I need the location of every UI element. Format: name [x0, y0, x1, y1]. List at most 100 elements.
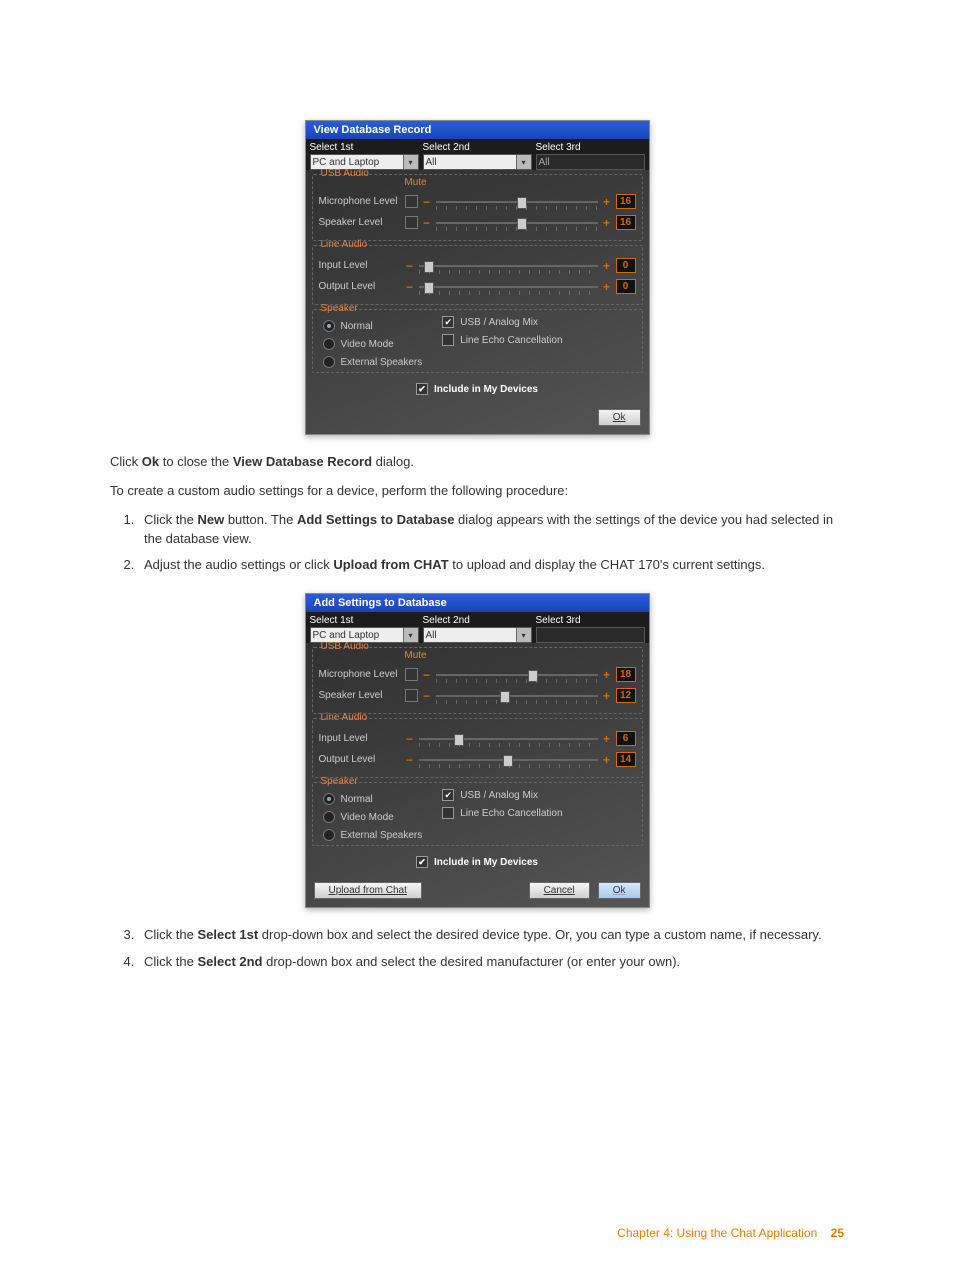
checkbox-label: USB / Analog Mix: [460, 317, 538, 328]
slider-ticks: [436, 206, 598, 210]
minus-icon[interactable]: −: [422, 218, 432, 228]
slider-track[interactable]: [419, 757, 598, 763]
checkbox-option[interactable]: Line Echo Cancellation: [442, 334, 562, 346]
slider-track[interactable]: [436, 672, 598, 678]
slider-value: 6: [616, 731, 636, 746]
slider-label: Speaker Level: [319, 690, 401, 701]
group-title: Speaker: [319, 303, 360, 314]
chevron-down-icon[interactable]: [403, 155, 418, 169]
radio-option[interactable]: External Speakers: [323, 356, 423, 368]
checkbox-option[interactable]: Line Echo Cancellation: [442, 807, 562, 819]
level-slider-row: Output Level − + 14: [319, 752, 636, 767]
include-in-my-devices[interactable]: Include in My Devices: [306, 856, 649, 868]
upload-from-chat-button[interactable]: Upload from Chat: [314, 882, 422, 899]
checkbox-option[interactable]: USB / Analog Mix: [442, 316, 562, 328]
level-slider-row: Output Level − + 0: [319, 279, 636, 294]
mute-checkbox[interactable]: [405, 216, 418, 229]
level-slider-row: Input Level − + 6: [319, 731, 636, 746]
slider-ticks: [436, 700, 598, 704]
plus-icon[interactable]: +: [602, 755, 612, 765]
plus-icon[interactable]: +: [602, 691, 612, 701]
select3-dropdown[interactable]: [536, 627, 645, 643]
minus-icon[interactable]: −: [405, 734, 415, 744]
include-checkbox[interactable]: [416, 383, 428, 395]
checkbox-icon[interactable]: [442, 316, 454, 328]
minus-icon[interactable]: −: [405, 261, 415, 271]
checkbox-icon[interactable]: [442, 789, 454, 801]
select2-value: All: [426, 157, 437, 168]
select3-label: Select 3rd: [536, 142, 645, 153]
radio-option[interactable]: External Speakers: [323, 829, 423, 841]
select-row: Select 1st PC and Laptop Select 2nd All …: [306, 612, 649, 643]
slider-label: Microphone Level: [319, 196, 401, 207]
minus-icon[interactable]: −: [405, 755, 415, 765]
radio-icon[interactable]: [323, 338, 335, 350]
minus-icon[interactable]: −: [405, 282, 415, 292]
plus-icon[interactable]: +: [602, 197, 612, 207]
procedure-list: Click the New button. The Add Settings t…: [110, 511, 844, 576]
plus-icon[interactable]: +: [602, 218, 612, 228]
chevron-down-icon[interactable]: [516, 628, 531, 642]
checkbox-icon[interactable]: [442, 334, 454, 346]
select2-dropdown[interactable]: All: [423, 154, 532, 170]
select2-value: All: [426, 630, 437, 641]
slider-track[interactable]: [436, 220, 598, 226]
radio-icon[interactable]: [323, 811, 335, 823]
plus-icon[interactable]: +: [602, 261, 612, 271]
instruction-text: Click Ok to close the View Database Reco…: [110, 453, 844, 472]
minus-icon[interactable]: −: [422, 691, 432, 701]
usb-audio-group: USB Audio Mute Microphone Level − + 18 S…: [312, 647, 643, 714]
minus-icon[interactable]: −: [422, 670, 432, 680]
chevron-down-icon[interactable]: [403, 628, 418, 642]
slider-label: Output Level: [319, 754, 401, 765]
radio-option[interactable]: Normal: [323, 320, 423, 332]
cancel-button[interactable]: Cancel: [529, 882, 590, 899]
level-slider-row: Input Level − + 0: [319, 258, 636, 273]
chevron-down-icon[interactable]: [516, 155, 531, 169]
checkbox-label: Line Echo Cancellation: [460, 808, 562, 819]
include-checkbox[interactable]: [416, 856, 428, 868]
plus-icon[interactable]: +: [602, 670, 612, 680]
instruction-text: To create a custom audio settings for a …: [110, 482, 844, 501]
slider-ticks: [419, 743, 598, 747]
slider-value: 12: [616, 688, 636, 703]
slider-track[interactable]: [419, 284, 598, 290]
slider-track[interactable]: [419, 263, 598, 269]
speaker-group: Speaker Normal Video Mode External Speak…: [312, 782, 643, 846]
select3-dropdown[interactable]: All: [536, 154, 645, 170]
select1-label: Select 1st: [310, 142, 419, 153]
mute-checkbox[interactable]: [405, 195, 418, 208]
radio-option[interactable]: Video Mode: [323, 338, 423, 350]
radio-icon[interactable]: [323, 320, 335, 332]
slider-track[interactable]: [436, 199, 598, 205]
radio-icon[interactable]: [323, 829, 335, 841]
group-title: USB Audio: [319, 641, 371, 652]
dialog-title: View Database Record: [306, 121, 649, 139]
minus-icon[interactable]: −: [422, 197, 432, 207]
select-row: Select 1st PC and Laptop Select 2nd All …: [306, 139, 649, 170]
speaker-mode-radios: Normal Video Mode External Speakers: [319, 316, 423, 368]
select3-label: Select 3rd: [536, 615, 645, 626]
mute-checkbox[interactable]: [405, 668, 418, 681]
checkbox-icon[interactable]: [442, 807, 454, 819]
radio-icon[interactable]: [323, 793, 335, 805]
select2-dropdown[interactable]: All: [423, 627, 532, 643]
plus-icon[interactable]: +: [602, 282, 612, 292]
radio-icon[interactable]: [323, 356, 335, 368]
checkbox-label: USB / Analog Mix: [460, 790, 538, 801]
speaker-mode-radios: Normal Video Mode External Speakers: [319, 789, 423, 841]
plus-icon[interactable]: +: [602, 734, 612, 744]
radio-option[interactable]: Video Mode: [323, 811, 423, 823]
speaker-group: Speaker Normal Video Mode External Speak…: [312, 309, 643, 373]
level-slider-row: Microphone Level − + 18: [319, 667, 636, 682]
ok-button[interactable]: Ok: [598, 409, 641, 426]
radio-label: External Speakers: [341, 830, 423, 841]
radio-option[interactable]: Normal: [323, 793, 423, 805]
checkbox-option[interactable]: USB / Analog Mix: [442, 789, 562, 801]
ok-button[interactable]: Ok: [598, 882, 641, 899]
slider-track[interactable]: [436, 693, 598, 699]
include-in-my-devices[interactable]: Include in My Devices: [306, 383, 649, 395]
mute-checkbox[interactable]: [405, 689, 418, 702]
slider-track[interactable]: [419, 736, 598, 742]
radio-label: Normal: [341, 794, 373, 805]
